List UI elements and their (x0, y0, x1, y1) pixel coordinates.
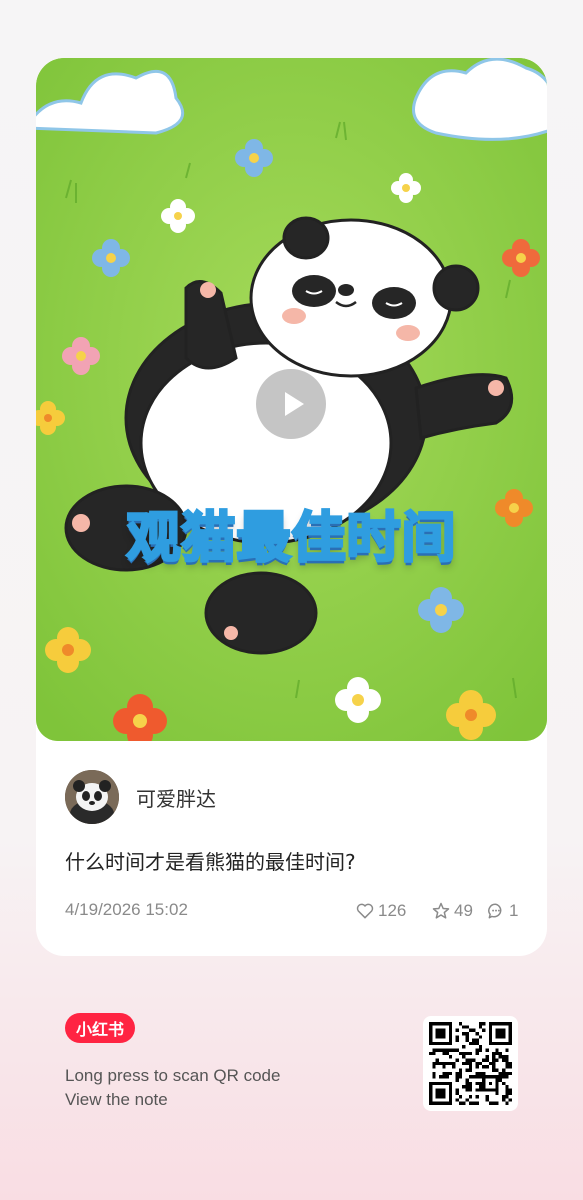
meta-row: 4/19/2026 15:02 126 49 1 (65, 898, 520, 924)
favorite-count: 49 (454, 901, 473, 920)
cover-title: 观猫最佳时间 (125, 505, 457, 571)
view-note-hint: View the note (65, 1090, 168, 1109)
comment-count: 1 (509, 901, 519, 920)
comment-icon (488, 903, 502, 919)
cover-image[interactable]: 观猫最佳时间 (36, 58, 547, 741)
avatar[interactable] (65, 770, 119, 824)
like-button[interactable]: 126 (355, 898, 406, 924)
note-title: 什么时间才是看熊猫的最佳时间? (65, 850, 356, 874)
qr-code[interactable] (423, 1016, 518, 1111)
play-icon (284, 392, 304, 416)
qr-code-icon (429, 1022, 512, 1105)
post-date: 4/19/2026 15:02 (65, 900, 188, 919)
comment-button[interactable]: 1 (486, 898, 518, 924)
heart-icon (356, 903, 374, 919)
favorite-button[interactable]: 49 (431, 898, 473, 924)
panda-avatar-icon (65, 770, 119, 824)
play-button[interactable] (256, 369, 326, 439)
star-icon (432, 902, 450, 919)
scan-hint: Long press to scan QR code (65, 1066, 281, 1085)
author-info[interactable]: 可爱胖达 (65, 770, 216, 824)
note-card[interactable]: 观猫最佳时间 可爱胖达 什么时间才是看熊猫的最佳时间? 4/19/2026 15… (36, 58, 547, 956)
like-count: 126 (378, 901, 407, 920)
author-name[interactable]: 可爱胖达 (136, 783, 216, 812)
xiaohongshu-logo: 小红书 (65, 1013, 135, 1043)
